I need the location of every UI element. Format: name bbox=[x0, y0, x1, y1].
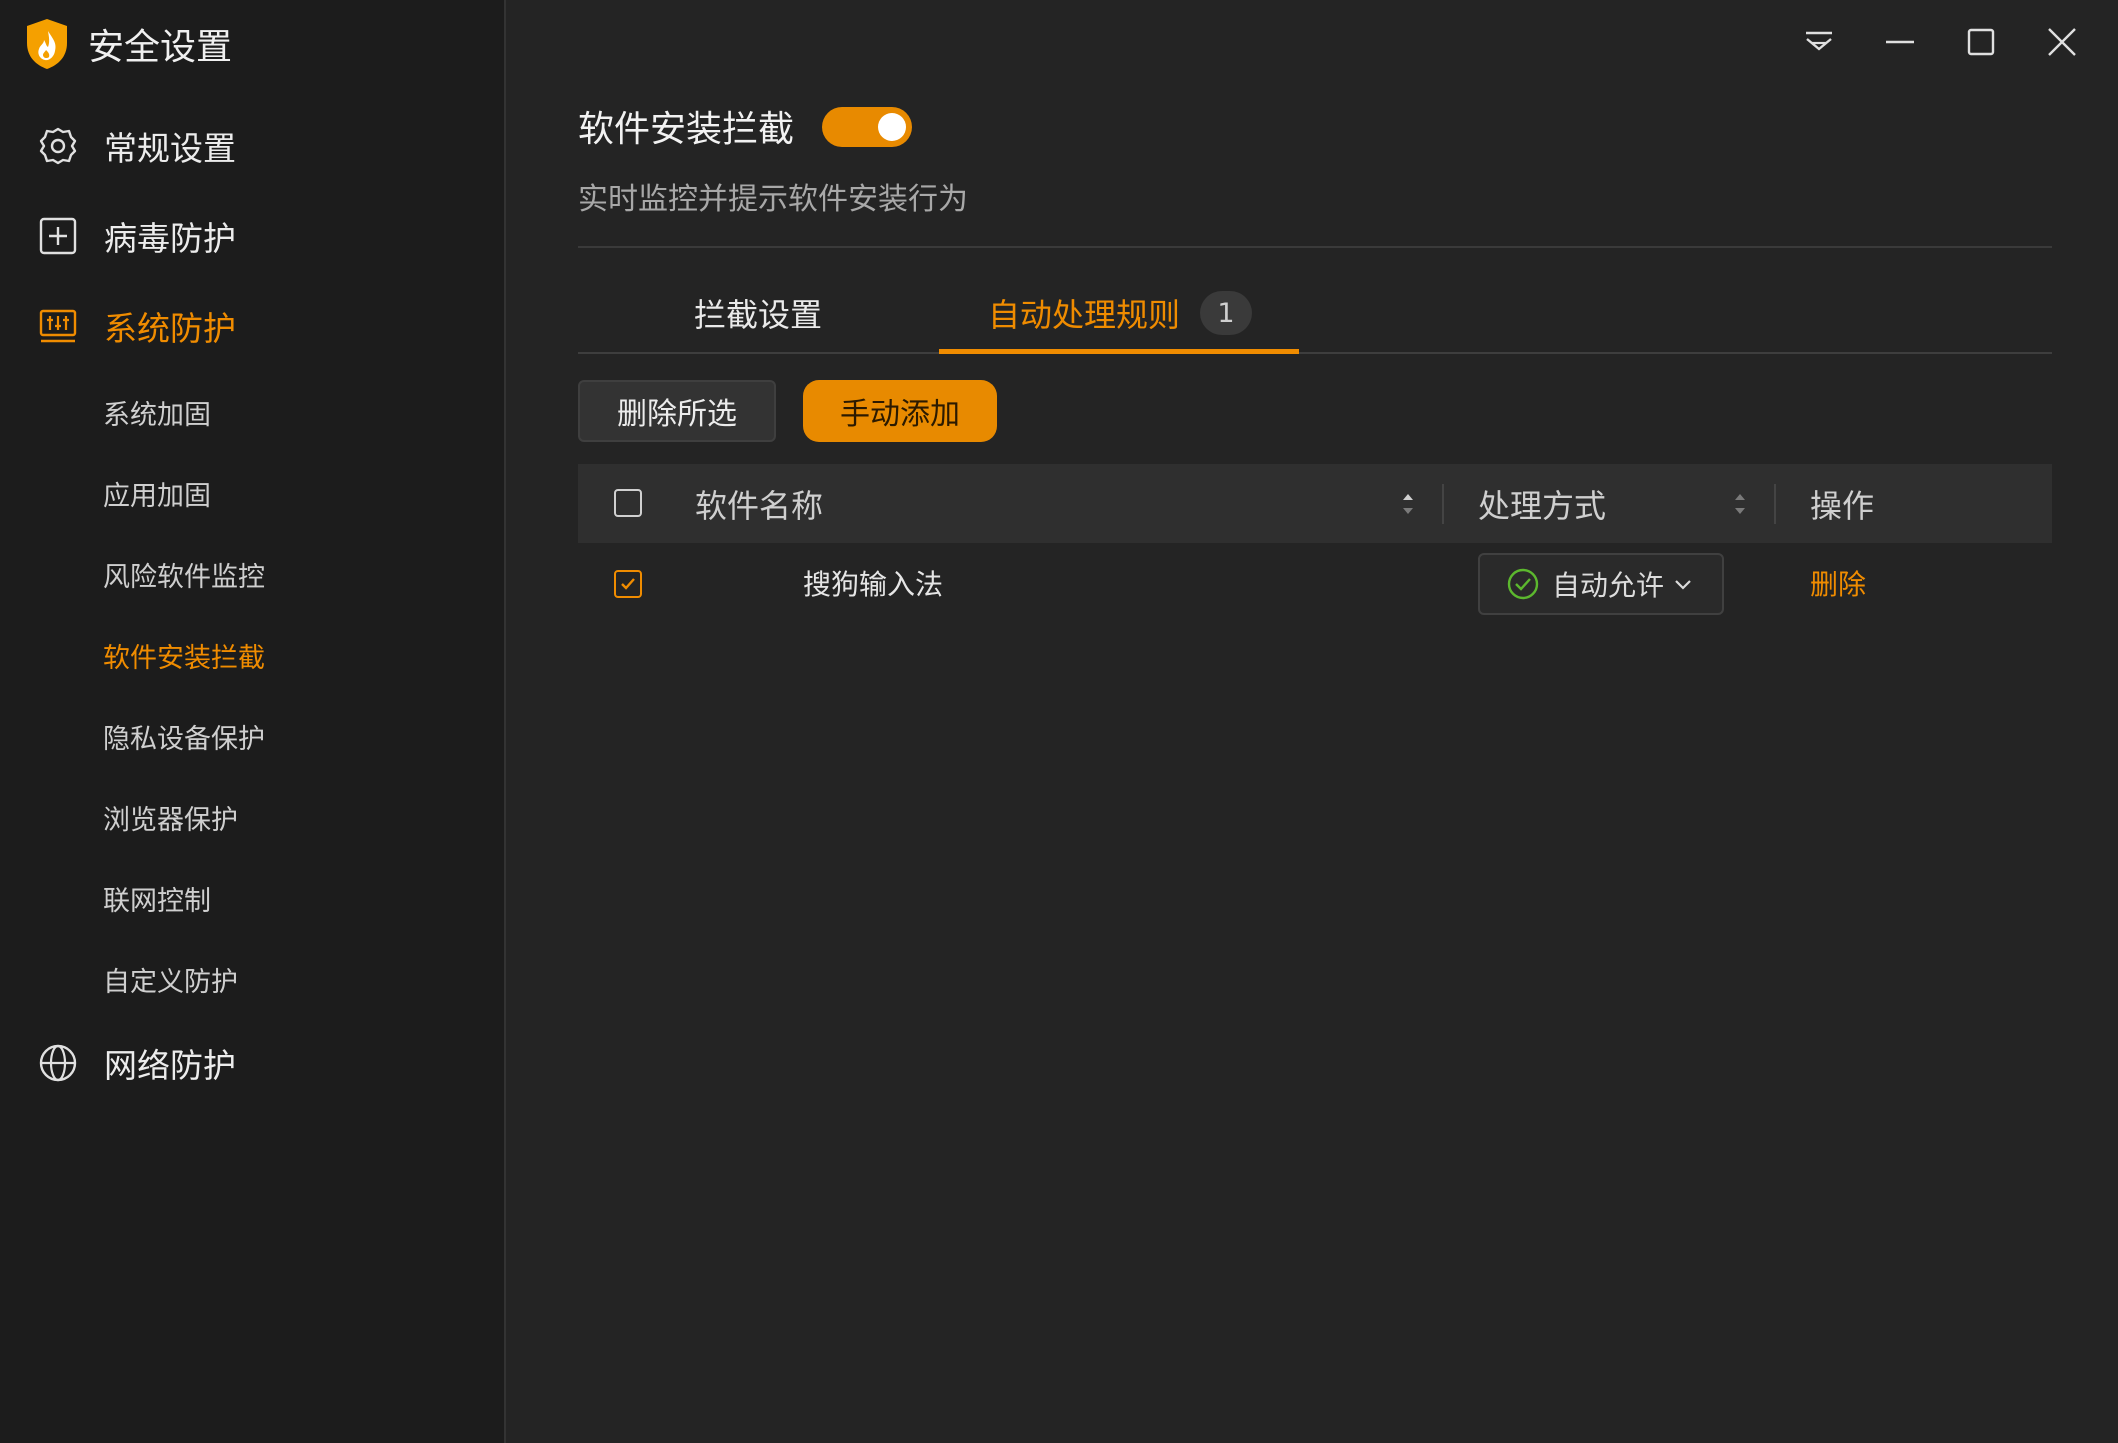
menu-icon[interactable] bbox=[1797, 20, 1841, 64]
app-window: 安全设置 常规设置 病毒防护 系统防护 系统加固 应用加固 风险软件监控 软件安… bbox=[0, 0, 2118, 1443]
method-dropdown[interactable]: 自动允许 bbox=[1478, 553, 1724, 615]
tab-auto-rules[interactable]: 自动处理规则 1 bbox=[988, 288, 1253, 338]
checkmark-icon bbox=[621, 578, 635, 590]
main-panel: 软件安装拦截 实时监控并提示软件安装行为 拦截设置 自动处理规则 1 删除所选 … bbox=[506, 0, 2118, 1443]
nav-item-label: 常规设置 bbox=[104, 129, 236, 168]
globe-icon bbox=[36, 1041, 80, 1085]
column-separator bbox=[1774, 484, 1776, 524]
system-sliders-icon bbox=[36, 304, 80, 348]
sub-item-browser-protection[interactable]: 浏览器保护 bbox=[103, 792, 238, 842]
sub-item-custom-protection[interactable]: 自定义防护 bbox=[103, 954, 238, 1004]
select-all-checkbox[interactable] bbox=[614, 489, 642, 517]
maximize-icon[interactable] bbox=[1959, 20, 2003, 64]
column-header-name: 软件名称 bbox=[695, 486, 824, 525]
tab-label: 自动处理规则 bbox=[988, 296, 1181, 334]
nav-item-virus-protection[interactable]: 病毒防护 bbox=[36, 204, 236, 268]
active-tab-indicator bbox=[939, 349, 1299, 354]
method-label: 自动允许 bbox=[1552, 569, 1665, 602]
column-header-method: 处理方式 bbox=[1478, 486, 1607, 525]
column-header-action: 操作 bbox=[1810, 486, 1875, 525]
gear-icon bbox=[36, 124, 80, 168]
sidebar: 安全设置 常规设置 病毒防护 系统防护 系统加固 应用加固 风险软件监控 软件安… bbox=[0, 0, 506, 1443]
nav-item-system-protection[interactable]: 系统防护 bbox=[36, 294, 236, 358]
tabs-divider bbox=[578, 352, 2052, 354]
sub-item-install-block[interactable]: 软件安装拦截 bbox=[103, 630, 265, 680]
plus-box-icon bbox=[36, 214, 80, 258]
nav-item-network-protection[interactable]: 网络防护 bbox=[36, 1031, 236, 1095]
chevron-down-icon bbox=[1675, 580, 1691, 590]
sort-icon[interactable] bbox=[1730, 486, 1750, 522]
sub-item-risk-software-monitor[interactable]: 风险软件监控 bbox=[103, 549, 265, 599]
toggle-knob bbox=[878, 113, 906, 141]
sub-item-privacy-device[interactable]: 隐私设备保护 bbox=[103, 711, 265, 761]
tab-block-settings[interactable]: 拦截设置 bbox=[694, 288, 822, 338]
table-row: 搜狗输入法 自动允许 删除 bbox=[578, 543, 2052, 629]
feature-toggle[interactable] bbox=[822, 107, 912, 147]
sub-item-system-hardening[interactable]: 系统加固 bbox=[103, 387, 211, 437]
count-badge: 1 bbox=[1200, 291, 1253, 335]
table-header: 软件名称 处理方式 操作 bbox=[578, 464, 2052, 543]
brand: 安全设置 bbox=[24, 14, 232, 74]
nav-item-label: 网络防护 bbox=[104, 1046, 236, 1085]
software-name: 搜狗输入法 bbox=[803, 568, 944, 601]
nav-item-label: 系统防护 bbox=[104, 309, 236, 348]
column-separator bbox=[1442, 484, 1444, 524]
shield-logo-icon bbox=[27, 19, 67, 69]
close-icon[interactable] bbox=[2040, 20, 2084, 64]
delete-link[interactable]: 删除 bbox=[1810, 563, 1866, 603]
minimize-icon[interactable] bbox=[1878, 20, 1922, 64]
delete-selected-button[interactable]: 删除所选 bbox=[578, 380, 776, 442]
tab-label: 拦截设置 bbox=[694, 296, 823, 334]
app-title: 安全设置 bbox=[88, 27, 233, 68]
sub-item-app-hardening[interactable]: 应用加固 bbox=[103, 468, 211, 518]
manual-add-button[interactable]: 手动添加 bbox=[803, 380, 997, 442]
sub-item-network-control[interactable]: 联网控制 bbox=[103, 873, 211, 923]
nav-item-label: 病毒防护 bbox=[104, 219, 236, 258]
row-checkbox[interactable] bbox=[614, 570, 642, 598]
nav-item-general[interactable]: 常规设置 bbox=[36, 114, 236, 178]
check-circle-icon bbox=[1507, 568, 1539, 600]
feature-description: 实时监控并提示软件安装行为 bbox=[578, 182, 968, 217]
feature-title: 软件安装拦截 bbox=[578, 109, 795, 150]
divider bbox=[578, 246, 2052, 248]
sort-icon[interactable] bbox=[1398, 486, 1418, 522]
